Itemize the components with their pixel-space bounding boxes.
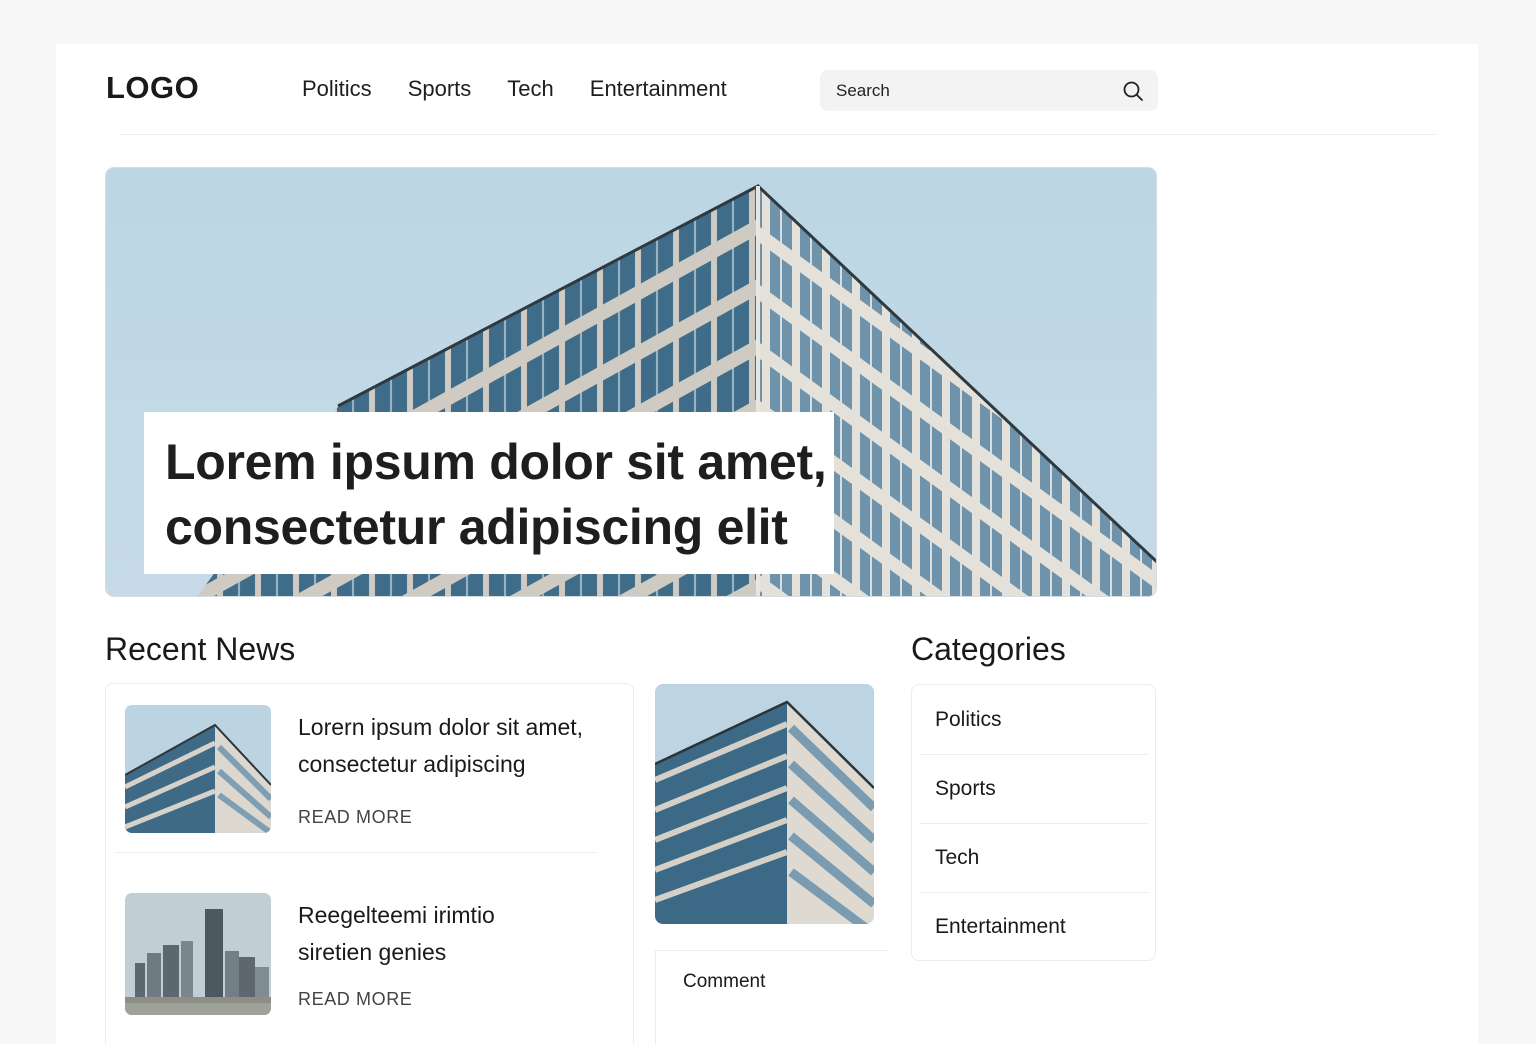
news-thumbnail[interactable] bbox=[125, 893, 271, 1015]
categories-list: Politics Sports Tech Entertainment bbox=[911, 684, 1156, 961]
read-more-link[interactable]: READ MORE bbox=[298, 989, 412, 1010]
nav-item-tech[interactable]: Tech bbox=[507, 76, 553, 102]
category-item-sports[interactable]: Sports bbox=[920, 754, 1148, 823]
news-item-2[interactable]: Reegelteemi irimtio siretien genies READ… bbox=[125, 893, 625, 1023]
building-thumbnail-image bbox=[125, 705, 271, 833]
comment-link[interactable]: Comment bbox=[683, 971, 765, 993]
hero-title-line1: Lorem ipsum dolor sit amet, bbox=[165, 434, 827, 490]
news-divider bbox=[116, 852, 596, 853]
category-item-entertainment[interactable]: Entertainment bbox=[920, 892, 1148, 961]
news-title[interactable]: Reegelteemi irimtio siretien genies bbox=[298, 897, 628, 971]
building-feature-image bbox=[655, 684, 874, 924]
search-icon[interactable] bbox=[1122, 80, 1144, 102]
hero-banner[interactable]: Lorem ipsum dolor sit amet, consectetur … bbox=[105, 167, 1157, 597]
news-title-line2: siretien genies bbox=[298, 939, 447, 965]
category-item-tech[interactable]: Tech bbox=[920, 823, 1148, 892]
news-item-1[interactable]: Lorern ipsum dolor sit amet, consectetur… bbox=[125, 705, 625, 835]
news-title[interactable]: Lorern ipsum dolor sit amet, consectetur… bbox=[298, 709, 628, 783]
search-input[interactable] bbox=[836, 80, 1122, 101]
read-more-link[interactable]: READ MORE bbox=[298, 807, 412, 828]
nav-item-politics[interactable]: Politics bbox=[302, 76, 372, 102]
news-title-line2: consectetur adipiscing bbox=[298, 751, 526, 777]
search-bar bbox=[820, 70, 1158, 111]
side-card-border bbox=[655, 950, 656, 1044]
featured-side-card: Comment bbox=[655, 684, 887, 1044]
logo[interactable]: LOGO bbox=[106, 70, 199, 106]
skyline-thumbnail-image bbox=[125, 893, 271, 1015]
hero-caption[interactable]: Lorem ipsum dolor sit amet, consectetur … bbox=[144, 412, 834, 574]
news-title-line1: Lorern ipsum dolor sit amet, bbox=[298, 714, 584, 740]
recent-news-heading: Recent News bbox=[105, 631, 296, 667]
main-nav: Politics Sports Tech Entertainment bbox=[302, 76, 763, 102]
side-card-divider bbox=[655, 950, 887, 951]
categories-heading: Categories bbox=[911, 631, 1066, 667]
nav-item-sports[interactable]: Sports bbox=[408, 76, 472, 102]
recent-news-card: Lorern ipsum dolor sit amet, consectetur… bbox=[105, 683, 634, 1044]
news-thumbnail[interactable] bbox=[125, 705, 271, 833]
hero-title-line2: consectetur adipiscing elit bbox=[165, 499, 788, 555]
category-item-politics[interactable]: Politics bbox=[920, 685, 1148, 754]
page-container: LOGO Politics Sports Tech Entertainment bbox=[56, 44, 1478, 1044]
news-title-line1: Reegelteemi irimtio bbox=[298, 902, 495, 928]
header-divider bbox=[120, 134, 1436, 135]
nav-item-entertainment[interactable]: Entertainment bbox=[590, 76, 727, 102]
featured-thumbnail[interactable] bbox=[655, 684, 874, 924]
